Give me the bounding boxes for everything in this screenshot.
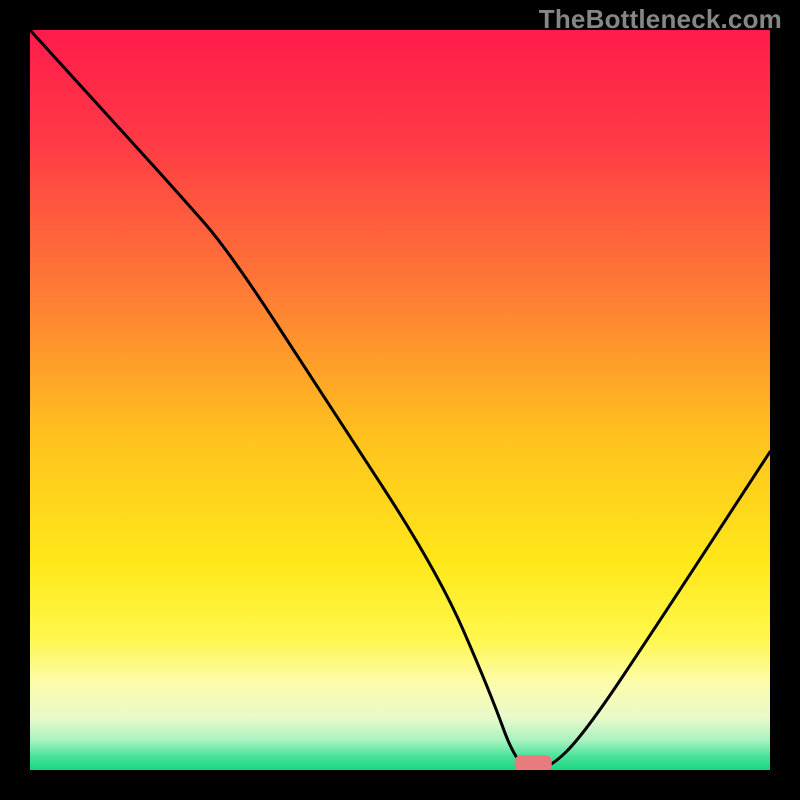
selected-point-marker: [515, 755, 552, 770]
gradient-background: [30, 30, 770, 770]
chart-frame: TheBottleneck.com: [0, 0, 800, 800]
bottleneck-chart: [30, 30, 770, 770]
